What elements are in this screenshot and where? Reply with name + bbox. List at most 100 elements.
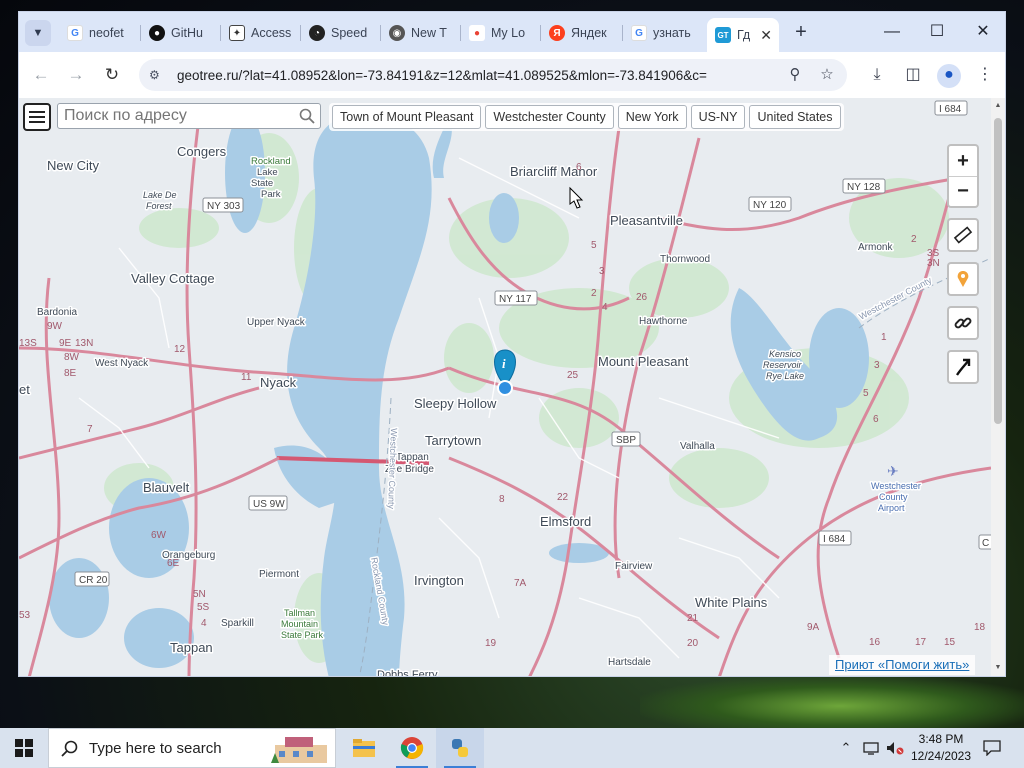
forward-button[interactable]: → [64, 63, 88, 87]
tab-speedtest[interactable]: ◔ Speed [301, 20, 381, 46]
route-number: 16 [869, 637, 881, 648]
chrome-icon: ◉ [389, 25, 405, 41]
shield-label: US 9W [253, 499, 285, 510]
map-pin-icon[interactable] [949, 264, 977, 294]
breadcrumb-country[interactable]: United States [749, 105, 841, 129]
place-label: West Nyack [95, 358, 149, 369]
attribution-link[interactable]: Приют «Помоги жить» [829, 655, 976, 675]
yandex-icon: Я [549, 25, 565, 41]
scroll-up-icon[interactable]: ▲ [994, 102, 1002, 109]
speedtest-icon: ◔ [309, 25, 325, 41]
menu-bar-icon [29, 121, 45, 123]
file-explorer-button[interactable] [340, 728, 388, 768]
menu-kebab-icon[interactable]: ⋮ [973, 64, 997, 88]
reload-button[interactable]: ↻ [100, 63, 124, 87]
route-number: 6E [167, 558, 180, 569]
download-icon[interactable]: ⤓ [865, 64, 889, 88]
python-icon [452, 739, 468, 757]
breadcrumb-state-code[interactable]: US-NY [690, 105, 746, 129]
place-label: Congers [177, 144, 227, 159]
search-icon [61, 740, 78, 757]
star-bookmark-icon[interactable]: ☆ [817, 65, 837, 85]
tab-new-tab[interactable]: ◉ New T [381, 20, 461, 46]
chrome-taskbar-button[interactable] [388, 728, 436, 768]
address-search-input[interactable] [58, 104, 288, 128]
place-label: Bardonia [37, 307, 77, 318]
map-canvas[interactable]: Congers New City Rockland Lake State Par… [19, 98, 991, 677]
side-panel-icon[interactable]: ◫ [901, 64, 925, 88]
place-label: Blauvelt [143, 480, 190, 495]
place-label: Tarrytown [425, 433, 481, 448]
hamburger-menu-button[interactable] [23, 103, 51, 131]
show-hidden-icons-button[interactable]: ⌃ [836, 728, 856, 768]
route-control [947, 350, 979, 384]
tab-my-location[interactable]: ● My Lo [461, 20, 541, 46]
scrollbar-thumb[interactable] [994, 118, 1002, 424]
site-info-icon[interactable]: ⚙ [149, 68, 171, 82]
place-label: New City [47, 158, 100, 173]
route-number: 21 [687, 613, 699, 624]
address-bar[interactable]: ⚙ geotree.ru/?lat=41.08952&lon=-73.84191… [139, 59, 847, 91]
volume-muted-icon[interactable] [884, 728, 906, 768]
place-label: Valley Cottage [131, 271, 215, 286]
breadcrumb-state[interactable]: New York [617, 105, 687, 129]
zoom-in-button[interactable]: + [949, 146, 977, 176]
place-label: Mountain [281, 619, 318, 629]
shield-ny128: NY 128 [842, 178, 886, 194]
ruler-icon[interactable] [949, 220, 977, 250]
zoom-out-button[interactable]: − [949, 176, 977, 206]
route-number: 20 [687, 638, 699, 649]
place-label: State Park [281, 630, 324, 640]
page-scrollbar[interactable]: ▲ ▼ [991, 98, 1005, 676]
route-number: 6 [576, 162, 582, 173]
tab-label: узнать [653, 26, 691, 40]
reload-icon: ↻ [104, 65, 120, 84]
close-window-button[interactable]: ✕ [968, 20, 998, 44]
place-label: White Plains [695, 595, 768, 610]
route-number: 9W [47, 321, 63, 332]
maximize-button[interactable]: ☐ [922, 20, 952, 44]
shield-i684-top: I 684 [934, 100, 968, 116]
breadcrumb-town[interactable]: Town of Mount Pleasant [332, 105, 482, 129]
new-tab-button[interactable]: + [789, 21, 813, 45]
back-button[interactable]: ← [29, 63, 53, 87]
place-label: Thornwood [660, 254, 710, 265]
location-pin-icon[interactable]: ⚲ [785, 65, 805, 85]
route-number: 3 [874, 360, 880, 371]
close-tab-icon[interactable]: ✕ [760, 27, 772, 44]
link-icon[interactable] [949, 308, 977, 338]
system-clock[interactable]: 3:48 PM 12/24/2023 [906, 731, 976, 765]
notifications-button[interactable] [980, 728, 1004, 768]
start-button[interactable] [0, 728, 48, 768]
shield-label: I 684 [823, 534, 846, 545]
current-position-dot [497, 380, 513, 396]
search-icon[interactable] [299, 108, 315, 124]
python-taskbar-button[interactable] [436, 728, 484, 768]
scroll-down-icon[interactable]: ▼ [994, 664, 1002, 671]
place-label: Piermont [259, 569, 299, 580]
minimize-button[interactable]: — [877, 20, 907, 44]
marker-control [947, 262, 979, 296]
tab-label: My Lo [491, 26, 526, 40]
route-number: 17 [915, 637, 927, 648]
tab-neofetch[interactable]: G neofet [59, 20, 141, 46]
shield-i684-bottom: I 684 [818, 530, 852, 546]
route-arrow-icon[interactable] [949, 352, 977, 382]
url-text[interactable]: geotree.ru/?lat=41.08952&lon=-73.84191&z… [177, 68, 777, 83]
tab-access[interactable]: ✦ Access [221, 20, 301, 46]
location-breadcrumbs: Town of Mount Pleasant Westchester Count… [329, 103, 844, 131]
profile-avatar-icon[interactable]: ● [937, 64, 961, 88]
place-label: Sparkill [221, 618, 254, 629]
route-number: 4 [602, 302, 608, 313]
chrome-icon [400, 737, 424, 759]
breadcrumb-county[interactable]: Westchester County [485, 105, 614, 129]
geotree-icon: GT [715, 27, 731, 43]
location-marker[interactable]: i [494, 349, 516, 396]
tab-yandex[interactable]: Я Яндек [541, 20, 623, 46]
taskbar-search-box[interactable]: Type here to search [48, 728, 336, 768]
tab-github[interactable]: ● GitHu [141, 20, 221, 46]
network-icon[interactable] [860, 728, 882, 768]
tab-google-search[interactable]: G узнать [623, 20, 707, 46]
tab-geotree-active[interactable]: GT Гд ✕ [707, 18, 779, 52]
tab-search-button[interactable]: ▼ [25, 20, 51, 46]
